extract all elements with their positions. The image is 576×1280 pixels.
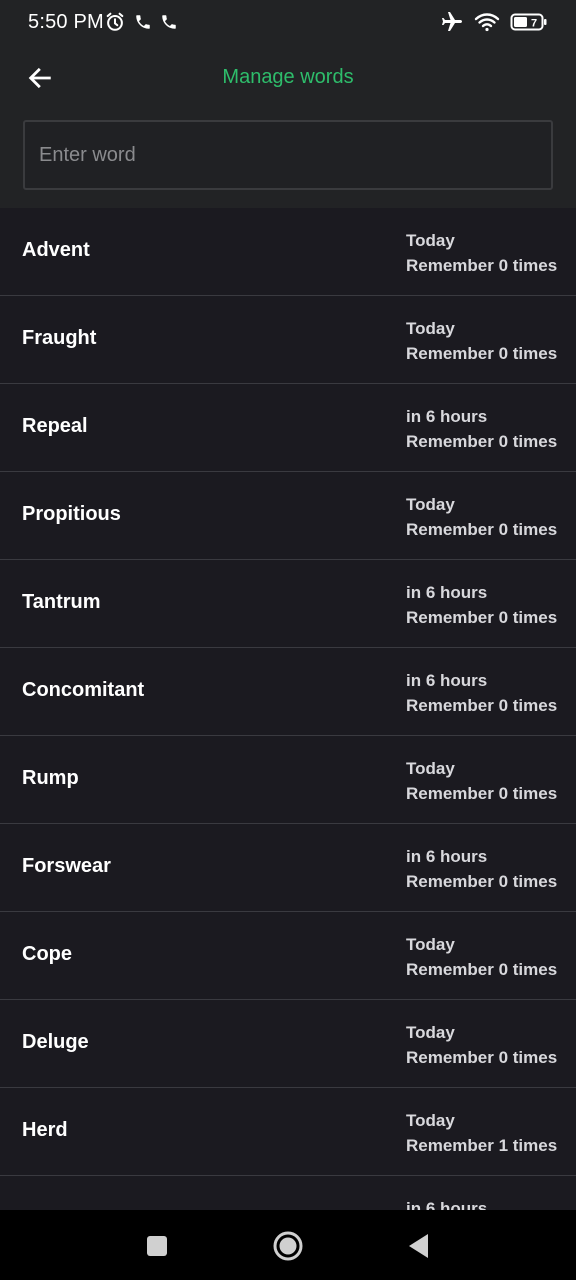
due-label: Today (406, 1023, 455, 1042)
word-meta: in 6 hours Remember 0 times (406, 844, 557, 894)
word-meta: in 6 hours Remember 0 times (406, 580, 557, 630)
search-input[interactable] (25, 122, 551, 188)
airplane-mode-icon (440, 10, 464, 34)
word-label: Concomitant (22, 679, 145, 701)
word-meta: Today Remember 0 times (406, 492, 557, 542)
word-label: Repeal (22, 415, 88, 437)
system-back-button[interactable] (399, 1226, 439, 1266)
remember-count: Remember 0 times (406, 960, 558, 979)
home-button[interactable] (268, 1226, 308, 1266)
remember-count: Remember 0 times (406, 432, 558, 451)
remember-count: Remember 0 times (406, 696, 558, 715)
battery-icon: 7 (510, 12, 548, 32)
wifi-icon (474, 11, 500, 33)
word-meta: Today Remember 0 times (406, 316, 557, 366)
due-label: Today (406, 231, 455, 250)
remember-count: Remember 0 times (406, 256, 558, 275)
remember-count: Remember 0 times (406, 608, 558, 627)
word-label: Tantrum (22, 591, 101, 613)
list-item[interactable]: Concomitant in 6 hours Remember 0 times (0, 648, 576, 736)
remember-count: Remember 0 times (406, 784, 558, 803)
status-time: 5:50 PM (28, 11, 104, 33)
phone-icon (134, 13, 152, 31)
page-title: Manage words (222, 66, 354, 88)
word-label: Forswear (22, 855, 111, 877)
remember-count: Remember 0 times (406, 344, 558, 363)
due-label: Today (406, 319, 455, 338)
list-item[interactable]: Rump Today Remember 0 times (0, 736, 576, 824)
list-item[interactable]: Repeal in 6 hours Remember 0 times (0, 384, 576, 472)
due-label: Today (406, 1111, 455, 1130)
due-label: Today (406, 495, 455, 514)
status-bar: 5:50 PM 7 (0, 0, 576, 44)
status-right-icons: 7 (440, 8, 548, 36)
list-item[interactable]: Fraught Today Remember 0 times (0, 296, 576, 384)
recents-button[interactable] (137, 1226, 177, 1266)
remember-count: Remember 0 times (406, 1048, 558, 1067)
recents-square-icon (146, 1235, 168, 1257)
word-label: Propitious (22, 503, 121, 525)
due-label: in 6 hours (406, 1199, 488, 1210)
due-label: Today (406, 759, 455, 778)
search-field[interactable] (23, 120, 553, 190)
word-label: Advent (22, 239, 90, 261)
remember-count: Remember 0 times (406, 872, 558, 891)
status-left-icons (104, 10, 178, 34)
due-label: in 6 hours (406, 671, 488, 690)
list-item[interactable]: Propitious Today Remember 0 times (0, 472, 576, 560)
list-item[interactable]: Advent Today Remember 0 times (0, 208, 576, 296)
word-label: Fraught (22, 327, 97, 349)
navigation-bar (0, 1210, 576, 1280)
phone-icon (160, 13, 178, 31)
home-circle-icon (272, 1230, 304, 1262)
due-label: in 6 hours (406, 847, 488, 866)
word-meta: in 6 hours Remember 0 times (406, 404, 557, 454)
list-item[interactable]: Tantrum in 6 hours Remember 0 times (0, 560, 576, 648)
word-label: Rump (22, 767, 79, 789)
alarm-icon (104, 11, 126, 33)
word-label: Cope (22, 943, 72, 965)
due-label: Today (406, 935, 455, 954)
word-meta: Today Remember 0 times (406, 756, 557, 806)
due-label: in 6 hours (406, 583, 488, 602)
word-meta: Today Remember 0 times (406, 1020, 557, 1070)
remember-count: Remember 1 times (406, 1136, 558, 1155)
word-meta: Today Remember 0 times (406, 932, 557, 982)
word-meta: Today Remember 1 times (406, 1108, 557, 1158)
remember-count: Remember 0 times (406, 520, 558, 539)
list-item[interactable]: Herd Today Remember 1 times (0, 1088, 576, 1176)
word-label: Herd (22, 1119, 68, 1141)
word-list[interactable]: Advent Today Remember 0 times Fraught To… (0, 208, 576, 1210)
list-item[interactable]: Cope Today Remember 0 times (0, 912, 576, 1000)
list-item[interactable]: in 6 hours (0, 1176, 576, 1210)
list-item[interactable]: Deluge Today Remember 0 times (0, 1000, 576, 1088)
word-meta: Today Remember 0 times (406, 228, 557, 278)
word-label: Deluge (22, 1031, 89, 1053)
list-item[interactable]: Forswear in 6 hours Remember 0 times (0, 824, 576, 912)
battery-level: 7 (531, 18, 537, 30)
back-triangle-icon (407, 1233, 431, 1259)
word-meta: in 6 hours (406, 1196, 487, 1210)
app-bar: Manage words (0, 44, 576, 208)
due-label: in 6 hours (406, 407, 488, 426)
app-screen: 5:50 PM 7 Manage words Enter word Advent… (0, 0, 576, 1280)
word-meta: in 6 hours Remember 0 times (406, 668, 557, 718)
